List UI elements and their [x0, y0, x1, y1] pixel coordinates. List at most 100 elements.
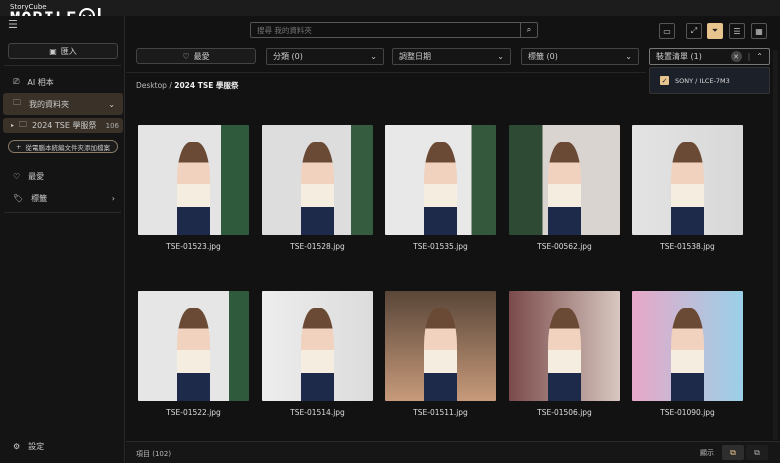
- sidebar-item-ai-album[interactable]: ⎚ AI 相本: [3, 71, 123, 93]
- photo-thumbnail[interactable]: [138, 125, 249, 235]
- chevron-up-icon[interactable]: ⌃: [756, 52, 763, 61]
- photo-filename[interactable]: TSE-01514.jpg: [262, 408, 373, 417]
- photo-filename[interactable]: TSE-01523.jpg: [138, 242, 249, 251]
- photo-subject: [176, 141, 211, 235]
- expand-icon: ⤢: [690, 26, 698, 35]
- search-button[interactable]: ⌕: [520, 23, 537, 37]
- photo-filename[interactable]: TSE-01506.jpg: [509, 408, 620, 417]
- sidebar-item-tags[interactable]: 🏷 標籤 ›: [3, 187, 123, 209]
- filter-icon: ⏷: [711, 26, 719, 35]
- checkbox-checked-icon[interactable]: ✓: [660, 76, 669, 85]
- heart-icon: ♡: [13, 171, 21, 181]
- photo-thumbnail[interactable]: [262, 291, 373, 401]
- device-value: 裝置清單 (1): [656, 52, 702, 61]
- photo-filename[interactable]: TSE-01511.jpg: [385, 408, 496, 417]
- grid-view-button[interactable]: ▦: [751, 23, 767, 39]
- folder-label: 2024 TSE 學服祭: [32, 121, 97, 130]
- photo-subject: [300, 307, 335, 401]
- folder-icon: 🗀: [13, 98, 21, 107]
- photo-subject: [300, 141, 335, 235]
- scrollbar[interactable]: [773, 50, 778, 440]
- breadcrumb-root[interactable]: Desktop: [136, 81, 167, 90]
- favorite-filter-button[interactable]: ♡ 最愛: [136, 48, 256, 64]
- photo-thumbnail[interactable]: [632, 291, 743, 401]
- photo-filename[interactable]: TSE-01522.jpg: [138, 408, 249, 417]
- import-button[interactable]: ▣ 匯入: [8, 43, 118, 59]
- sidebar-item-favorites[interactable]: ♡ 最愛: [3, 165, 123, 187]
- chevron-down-icon: ⌄: [370, 52, 377, 61]
- display-label: 顯示: [700, 449, 714, 457]
- photo-thumbnail[interactable]: [632, 125, 743, 235]
- sidebar-item-label: 設定: [28, 441, 45, 451]
- photo-filename[interactable]: TSE-01538.jpg: [632, 242, 743, 251]
- list-icon: ☰: [733, 26, 741, 36]
- chevron-down-icon: ⌄: [108, 99, 115, 109]
- sidebar-item-label: 最愛: [28, 171, 45, 181]
- photo-subject: [670, 141, 705, 235]
- add-files-button[interactable]: + 從電腦本統編文件夾添加檔案: [8, 140, 118, 153]
- image-icon: ▣: [49, 46, 57, 56]
- breadcrumb-current: 2024 TSE 學服祭: [174, 81, 239, 90]
- search-box: ⌕: [250, 22, 538, 38]
- chevron-down-icon: ⌄: [497, 52, 504, 61]
- divider: [4, 212, 121, 213]
- photo-subject: [423, 141, 458, 235]
- photo-filename[interactable]: TSE-00562.jpg: [509, 242, 620, 251]
- device-dropdown-menu: ✓ SONY / ILCE-7M3: [649, 67, 770, 94]
- sidebar-item-label: AI 相本: [27, 77, 54, 87]
- photo-subject: [423, 307, 458, 401]
- divider: [4, 65, 121, 66]
- chevron-right-icon: ›: [111, 193, 115, 203]
- search-input[interactable]: [251, 23, 520, 37]
- photo-thumbnail[interactable]: [385, 291, 496, 401]
- fullscreen-button[interactable]: ⤢: [686, 23, 702, 39]
- divider: [126, 72, 646, 73]
- import-label: 匯入: [60, 46, 77, 56]
- photo-thumbnail[interactable]: [509, 125, 620, 235]
- tags-dropdown[interactable]: 標籤 (0) ⌄: [521, 48, 639, 65]
- folder-icon: 🗀: [19, 119, 28, 129]
- favorite-filter-label: 最愛: [193, 51, 210, 61]
- sidebar-item-my-folders[interactable]: 🗀 我的資料夾 ⌄: [3, 93, 123, 115]
- heart-icon: ♡: [182, 51, 190, 61]
- large-thumbs-button[interactable]: ⧉: [722, 445, 744, 460]
- photo-subject: [547, 141, 582, 235]
- clear-icon[interactable]: ✕: [730, 51, 742, 62]
- photo-subject: [670, 307, 705, 401]
- filter-button[interactable]: ⏷: [707, 23, 723, 39]
- small-thumbs-button[interactable]: ⧉: [746, 445, 768, 460]
- device-dropdown[interactable]: 裝置清單 (1) ✕ | ⌃: [649, 48, 770, 65]
- photo-subject: [547, 307, 582, 401]
- gear-icon: ⚙: [13, 441, 21, 451]
- folder-count: 106: [105, 121, 119, 130]
- photo-thumbnail[interactable]: [138, 291, 249, 401]
- photo-filename[interactable]: TSE-01090.jpg: [632, 408, 743, 417]
- photo-thumbnail[interactable]: [509, 291, 620, 401]
- menu-icon[interactable]: ☰: [8, 18, 18, 31]
- thumbnails-icon: ⧉: [730, 447, 736, 457]
- photo-subject: [176, 307, 211, 401]
- sidebar-item-settings[interactable]: ⚙ 設定: [3, 435, 123, 457]
- slideshow-button[interactable]: ▭: [659, 23, 675, 39]
- album-icon: ⎚: [13, 77, 20, 86]
- thumbnails-icon: ⧉: [754, 447, 760, 457]
- folder-item[interactable]: ▸ 🗀 2024 TSE 學服祭 106: [3, 118, 123, 133]
- photo-thumbnail[interactable]: [262, 125, 373, 235]
- date-dropdown[interactable]: 調整日期 ⌄: [392, 48, 511, 65]
- chevron-down-icon: ⌄: [625, 52, 632, 61]
- tag-icon: 🏷: [13, 193, 24, 203]
- add-files-label: 從電腦本統編文件夾添加檔案: [25, 143, 110, 152]
- photo-thumbnail[interactable]: [385, 125, 496, 235]
- photo-filename[interactable]: TSE-01535.jpg: [385, 242, 496, 251]
- photo-filename[interactable]: TSE-01528.jpg: [262, 242, 373, 251]
- list-view-button[interactable]: ☰: [729, 23, 745, 39]
- grid-icon: ▦: [755, 26, 763, 36]
- slideshow-icon: ▭: [663, 26, 671, 36]
- category-dropdown[interactable]: 分類 (0) ⌄: [266, 48, 384, 65]
- sidebar-item-label: 標籤: [31, 193, 48, 203]
- date-value: 調整日期: [399, 52, 431, 61]
- device-option-label[interactable]: SONY / ILCE-7M3: [675, 77, 730, 85]
- sidebar: ☰ ▣ 匯入 ⎚ AI 相本 🗀 我的資料夾 ⌄ ▸ 🗀 2024 TSE 學服祭 106 +…: [0, 16, 125, 463]
- category-value: 分類 (0): [273, 52, 303, 61]
- caret-right-icon: ▸: [11, 122, 15, 129]
